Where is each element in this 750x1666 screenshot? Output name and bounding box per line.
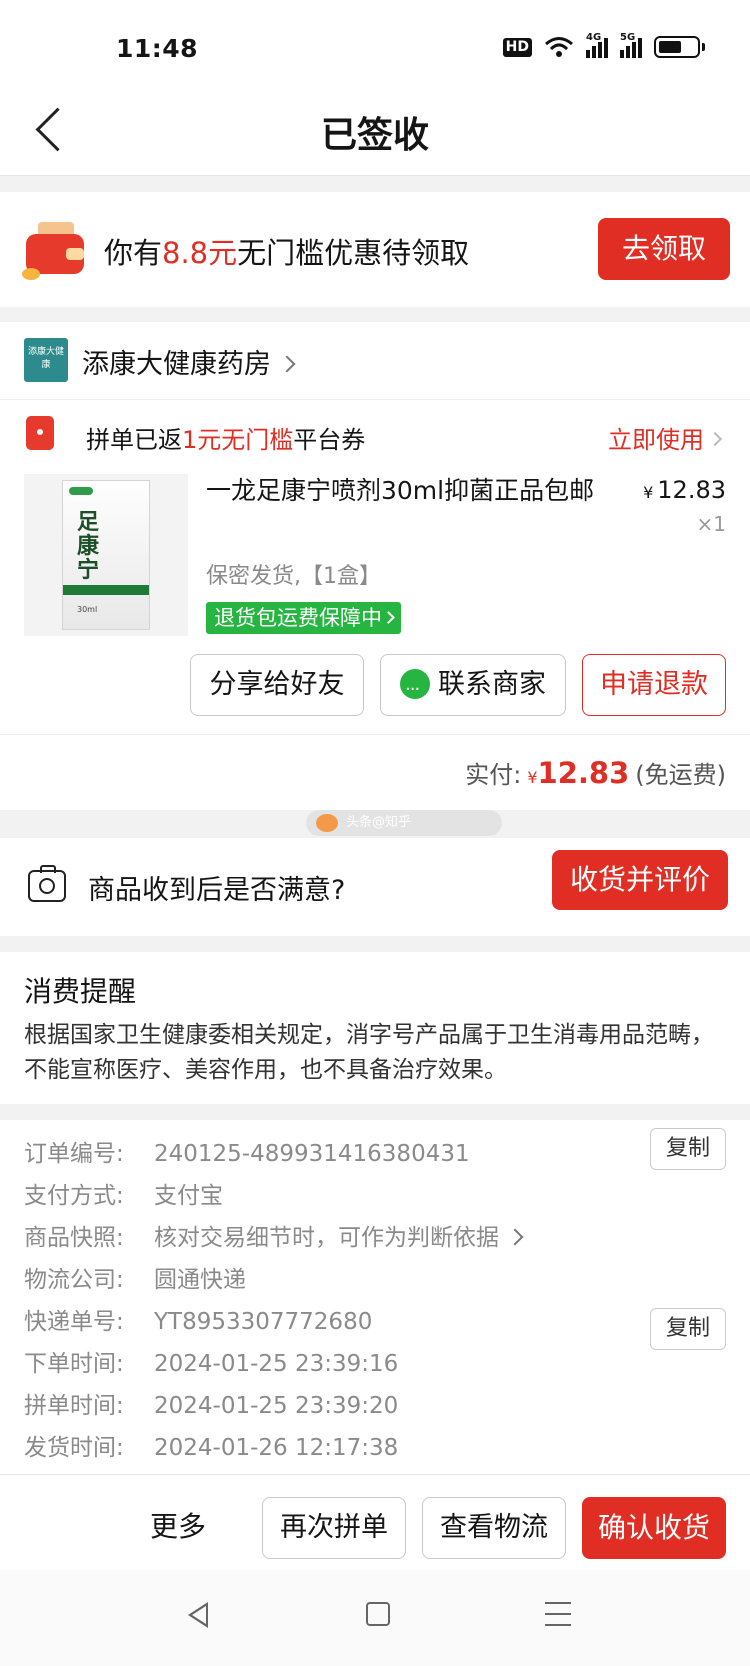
- chevron-right-icon: [382, 611, 395, 624]
- paid-row: 实付: ¥12.83 (免运费): [0, 734, 750, 810]
- info-row-snapshot[interactable]: 商品快照: 核对交易细节时，可作为判断依据: [24, 1218, 684, 1258]
- info-row-ship-time: 发货时间: 2024-01-26 12:17:38: [24, 1435, 399, 1461]
- reorder-button[interactable]: 再次拼单: [262, 1497, 406, 1559]
- system-home-icon[interactable]: [366, 1602, 390, 1626]
- shop-row[interactable]: 添康大健康 添康大健康药房: [0, 322, 750, 400]
- system-menu-icon[interactable]: [545, 1602, 571, 1626]
- chevron-right-icon: [506, 1228, 524, 1245]
- status-time: 11:48: [116, 34, 199, 63]
- share-button[interactable]: 分享给好友: [190, 654, 364, 716]
- product-title[interactable]: 一龙足康宁喷剂30ml抑菌正品包邮: [206, 472, 606, 510]
- coupon-banner: 你有8.8元无门槛优惠待领取 去领取: [0, 192, 750, 307]
- product-image-brand: 足康宁: [77, 510, 100, 583]
- copy-order-number-button[interactable]: 复制: [650, 1128, 726, 1170]
- wallet-icon: [22, 222, 86, 282]
- status-bar: 11:48 HD 4G 5G: [0, 0, 750, 84]
- battery-level: [659, 41, 681, 53]
- shop-name[interactable]: 添康大健康药房: [82, 342, 296, 381]
- return-shipping-guarantee-tag[interactable]: 退货包运费保障中: [206, 602, 401, 634]
- status-icons: HD 4G 5G: [502, 32, 705, 58]
- system-nav-bar: [0, 1570, 750, 1666]
- chevron-right-icon: [707, 431, 723, 447]
- notice-title: 消费提醒: [24, 975, 137, 1008]
- product-image[interactable]: 足康宁 30ml: [24, 474, 188, 636]
- contact-merchant-button[interactable]: 联系商家: [380, 654, 566, 720]
- info-row-order-number: 订单编号: 240125-489931416380431: [24, 1141, 470, 1167]
- confirm-receipt-button[interactable]: 确认收货: [582, 1497, 726, 1559]
- receive-and-review-button[interactable]: 收货并评价: [552, 850, 728, 910]
- coupon-icon: [26, 416, 54, 450]
- order-info-card: 订单编号: 240125-489931416380431 复制 支付方式: 支付宝 …: [0, 1120, 750, 1478]
- system-back-icon[interactable]: [188, 1602, 208, 1628]
- product-price: ¥12.83: [643, 476, 726, 504]
- rebate-row: 拼单已返1元无门槛平台券 立即使用: [0, 402, 750, 466]
- camera-icon: [28, 865, 66, 902]
- signal-5g-icon: 5G: [620, 32, 642, 58]
- more-button[interactable]: 更多: [150, 1505, 206, 1545]
- product-image-volume: 30ml: [77, 605, 98, 614]
- order-card: 添康大健康 添康大健康药房 拼单已返1元无门槛平台券 立即使用 足康宁 30ml…: [0, 322, 750, 810]
- rebate-text: 拼单已返1元无门槛平台券: [86, 426, 366, 454]
- page-title: 已签收: [320, 115, 429, 156]
- paid-amount: 实付: ¥12.83 (免运费): [465, 756, 726, 790]
- view-logistics-button[interactable]: 查看物流: [422, 1497, 566, 1559]
- satisfaction-question: 商品收到后是否满意?: [88, 875, 346, 906]
- product-quantity: ×1: [696, 512, 726, 536]
- watermark: 头条@知乎: [306, 810, 502, 836]
- claim-coupon-button[interactable]: 去领取: [598, 218, 730, 280]
- info-row-courier: 物流公司: 圆通快递: [24, 1267, 246, 1293]
- signal-4g-icon: 4G: [586, 32, 608, 58]
- info-row-tracking-number: 快递单号: YT8953307772680: [24, 1309, 373, 1335]
- bottom-action-bar: 更多 再次拼单 查看物流 确认收货: [0, 1474, 750, 1570]
- product-spec: 保密发货,【1盒】: [206, 564, 381, 589]
- info-row-group-time: 拼单时间: 2024-01-25 23:39:20: [24, 1393, 399, 1419]
- battery-icon: [654, 36, 705, 58]
- hd-icon: HD: [502, 37, 532, 57]
- coupon-amount: 8.8元: [162, 236, 238, 270]
- wifi-icon: [545, 37, 573, 57]
- nav-bar: 已签收: [0, 84, 750, 176]
- chevron-right-icon: [278, 355, 296, 372]
- notice-card: 消费提醒 根据国家卫生健康委相关规定，消字号产品属于卫生消毒用品范畴，不能宣称医…: [0, 952, 750, 1104]
- info-row-payment-method: 支付方式: 支付宝: [24, 1183, 223, 1209]
- refund-button[interactable]: 申请退款: [582, 654, 726, 716]
- info-row-order-time: 下单时间: 2024-01-25 23:39:16: [24, 1351, 399, 1377]
- coupon-message: 你有8.8元无门槛优惠待领取: [104, 236, 470, 270]
- notice-body: 根据国家卫生健康委相关规定，消字号产品属于卫生消毒用品范畴，不能宣称医疗、美容作…: [24, 1022, 714, 1083]
- use-now-link[interactable]: 立即使用: [608, 420, 723, 455]
- confirm-card: 商品收到后是否满意? 收货并评价: [0, 838, 750, 936]
- chat-icon: [400, 660, 430, 720]
- shop-logo: 添康大健康: [24, 338, 68, 382]
